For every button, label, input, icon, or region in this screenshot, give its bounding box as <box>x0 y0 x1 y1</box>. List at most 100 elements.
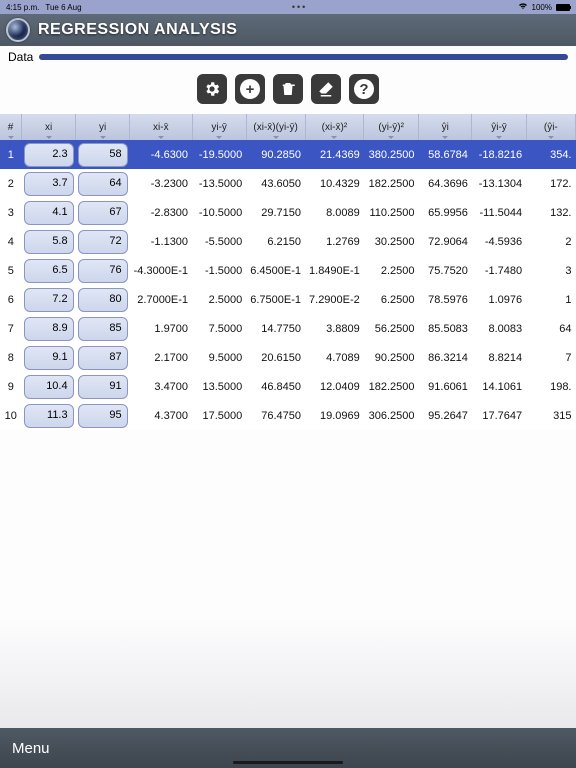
menu-button[interactable]: Menu <box>12 740 50 757</box>
col-header[interactable]: ŷi-ȳ <box>472 114 526 140</box>
xi-cell: 11.3 <box>22 401 76 430</box>
yi-input[interactable]: 80 <box>78 288 128 312</box>
col-header[interactable]: (xi-x̄)² <box>305 114 364 140</box>
app-title: REGRESSION ANALYSIS <box>38 21 237 39</box>
table-row[interactable]: 34.167-2.8300-10.500029.71508.0089110.25… <box>0 198 576 227</box>
row-index: 7 <box>0 314 22 343</box>
xi-cell: 3.7 <box>22 169 76 198</box>
toolbar: + ? <box>0 66 576 114</box>
value-cell: 3 <box>526 256 575 285</box>
col-header[interactable]: yi-ȳ <box>192 114 246 140</box>
xi-input[interactable]: 6.5 <box>24 259 74 283</box>
value-cell: 20.6150 <box>246 343 305 372</box>
row-index: 4 <box>0 227 22 256</box>
question-icon: ? <box>354 79 374 99</box>
yi-input[interactable]: 87 <box>78 346 128 370</box>
xi-input[interactable]: 7.2 <box>24 288 74 312</box>
value-cell: 43.6050 <box>246 169 305 198</box>
value-cell: 2.1700 <box>130 343 192 372</box>
section-header: Data <box>0 46 576 66</box>
value-cell: -10.5000 <box>192 198 246 227</box>
value-cell: 6.2500 <box>364 285 419 314</box>
value-cell: 4.3700 <box>130 401 192 430</box>
yi-cell: 76 <box>76 256 130 285</box>
xi-input[interactable]: 4.1 <box>24 201 74 225</box>
xi-cell: 10.4 <box>22 372 76 401</box>
table-row[interactable]: 910.4913.470013.500046.845012.0409182.25… <box>0 372 576 401</box>
value-cell: -19.5000 <box>192 140 246 169</box>
yi-cell: 72 <box>76 227 130 256</box>
value-cell: 95.2647 <box>419 401 472 430</box>
value-cell: 110.2500 <box>364 198 419 227</box>
row-index: 1 <box>0 140 22 169</box>
xi-cell: 5.8 <box>22 227 76 256</box>
col-header[interactable]: xi-x̄ <box>130 114 192 140</box>
xi-input[interactable]: 11.3 <box>24 404 74 428</box>
gear-icon <box>203 80 221 98</box>
yi-input[interactable]: 58 <box>78 143 128 167</box>
col-header[interactable]: (ŷi- <box>526 114 575 140</box>
yi-input[interactable]: 85 <box>78 317 128 341</box>
xi-cell: 4.1 <box>22 198 76 227</box>
yi-input[interactable]: 95 <box>78 404 128 428</box>
value-cell: 19.0969 <box>305 401 364 430</box>
value-cell: 65.9956 <box>419 198 472 227</box>
value-cell: 182.2500 <box>364 372 419 401</box>
value-cell: 2 <box>526 227 575 256</box>
value-cell: 75.7520 <box>419 256 472 285</box>
value-cell: 182.2500 <box>364 169 419 198</box>
table-row[interactable]: 12.358-4.6300-19.500090.285021.4369380.2… <box>0 140 576 169</box>
yi-input[interactable]: 64 <box>78 172 128 196</box>
value-cell: -1.7480 <box>472 256 526 285</box>
col-header[interactable]: yi <box>76 114 130 140</box>
col-header[interactable]: ŷi <box>419 114 472 140</box>
trash-icon <box>279 80 297 98</box>
add-button[interactable]: + <box>235 74 265 104</box>
yi-input[interactable]: 67 <box>78 201 128 225</box>
xi-input[interactable]: 2.3 <box>24 143 74 167</box>
table-row[interactable]: 1011.3954.370017.500076.475019.0969306.2… <box>0 401 576 430</box>
yi-cell: 91 <box>76 372 130 401</box>
yi-cell: 64 <box>76 169 130 198</box>
xi-input[interactable]: 5.8 <box>24 230 74 254</box>
table-row[interactable]: 89.1872.17009.500020.61504.708990.250086… <box>0 343 576 372</box>
xi-input[interactable]: 9.1 <box>24 346 74 370</box>
xi-input[interactable]: 8.9 <box>24 317 74 341</box>
value-cell: 1.8490E-1 <box>305 256 364 285</box>
col-header[interactable]: xi <box>22 114 76 140</box>
help-button[interactable]: ? <box>349 74 379 104</box>
settings-button[interactable] <box>197 74 227 104</box>
col-header[interactable]: (xi-x̄)(yi-ȳ) <box>246 114 305 140</box>
row-index: 6 <box>0 285 22 314</box>
col-header[interactable]: (yi-ȳ)² <box>364 114 419 140</box>
value-cell: 29.7150 <box>246 198 305 227</box>
xi-cell: 6.5 <box>22 256 76 285</box>
value-cell: 17.7647 <box>472 401 526 430</box>
title-bar: REGRESSION ANALYSIS <box>0 14 576 46</box>
table-row[interactable]: 56.576-4.3000E-1-1.50006.4500E-11.8490E-… <box>0 256 576 285</box>
table-row[interactable]: 78.9851.97007.500014.77503.880956.250085… <box>0 314 576 343</box>
yi-cell: 80 <box>76 285 130 314</box>
value-cell: 6.2150 <box>246 227 305 256</box>
value-cell: 7 <box>526 343 575 372</box>
value-cell: 6.4500E-1 <box>246 256 305 285</box>
clear-button[interactable] <box>311 74 341 104</box>
value-cell: 1.0976 <box>472 285 526 314</box>
table-row[interactable]: 67.2802.7000E-12.50006.7500E-17.2900E-26… <box>0 285 576 314</box>
xi-input[interactable]: 10.4 <box>24 375 74 399</box>
home-indicator <box>233 761 343 764</box>
app-icon <box>6 18 30 42</box>
yi-input[interactable]: 91 <box>78 375 128 399</box>
value-cell: 380.2500 <box>364 140 419 169</box>
yi-cell: 95 <box>76 401 130 430</box>
value-cell: -4.6300 <box>130 140 192 169</box>
xi-cell: 8.9 <box>22 314 76 343</box>
row-index: 9 <box>0 372 22 401</box>
yi-input[interactable]: 72 <box>78 230 128 254</box>
xi-input[interactable]: 3.7 <box>24 172 74 196</box>
table-row[interactable]: 23.764-3.2300-13.500043.605010.4329182.2… <box>0 169 576 198</box>
col-header[interactable]: # <box>0 114 22 140</box>
table-row[interactable]: 45.872-1.1300-5.50006.21501.276930.25007… <box>0 227 576 256</box>
delete-button[interactable] <box>273 74 303 104</box>
yi-input[interactable]: 76 <box>78 259 128 283</box>
